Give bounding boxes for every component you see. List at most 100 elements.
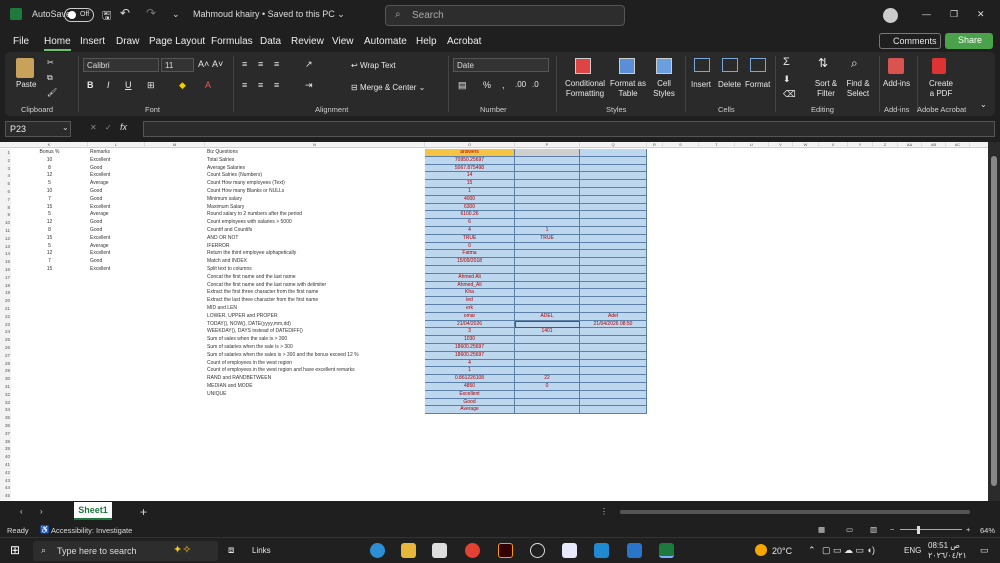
row-header[interactable]: 3 (0, 164, 11, 173)
column-p-cell[interactable] (515, 149, 580, 157)
column-q-cell[interactable] (580, 367, 647, 376)
question-cell[interactable]: Concat the first name and the last name (207, 274, 425, 282)
prev-sheet-icon[interactable]: ‹ (20, 507, 23, 516)
row-header[interactable]: 14 (0, 250, 11, 259)
row-header[interactable]: 44 (0, 484, 11, 493)
question-cell[interactable]: Extract the first three character from t… (207, 289, 425, 297)
question-cell[interactable]: Concat the first name and the last name … (207, 282, 425, 290)
column-header[interactable]: N (205, 142, 425, 148)
row-header[interactable]: 22 (0, 312, 11, 321)
italic-icon[interactable]: I (107, 80, 110, 90)
answer-cell[interactable]: 3 (425, 328, 515, 337)
column-q-cell[interactable] (580, 180, 647, 188)
row-header[interactable]: 26 (0, 344, 11, 352)
search-box[interactable]: ⌕ Search (385, 5, 625, 26)
bonus-cell[interactable]: 12 (11, 172, 88, 180)
row-header[interactable]: 2 (0, 156, 11, 165)
remarks-cell[interactable]: Remarks (90, 149, 145, 157)
bonus-cell[interactable]: 10 (11, 188, 88, 196)
question-cell[interactable]: WEEKDAY(), DAYS instead of DATEDIFF() (207, 328, 425, 336)
answer-cell[interactable]: 4 (425, 359, 515, 368)
answer-cell[interactable]: omar (425, 312, 515, 321)
create-pdf-button[interactable]: Create a PDF (927, 79, 955, 99)
blue-app-icon[interactable] (627, 543, 642, 558)
answer-cell[interactable]: 14 (425, 172, 515, 181)
bonus-cell[interactable]: 5 (11, 243, 88, 251)
tab-review[interactable]: Review (291, 36, 324, 47)
add-ins-button[interactable]: Add-ins (883, 79, 910, 89)
question-cell[interactable]: Return the third employee alphapetically (207, 250, 425, 258)
answer-cell[interactable]: 4000 (425, 195, 515, 204)
row-header[interactable]: 27 (0, 351, 11, 360)
row-header[interactable]: 43 (0, 476, 11, 485)
align-middle-icon[interactable]: ≡ (258, 59, 263, 69)
answer-cell[interactable]: 5067.875498 (425, 164, 515, 173)
column-p-cell[interactable]: 0 (515, 383, 580, 391)
avatar[interactable] (883, 8, 898, 23)
answer-cell[interactable]: Good (425, 398, 515, 407)
format-cells-button[interactable]: Format (745, 80, 770, 90)
vertical-scroll-thumb[interactable] (991, 156, 997, 486)
column-p-cell[interactable] (515, 344, 580, 352)
row-header[interactable]: 34 (0, 406, 11, 415)
column-q-cell[interactable] (580, 172, 647, 181)
merge-center-button[interactable]: ⊟ Merge & Center ⌄ (351, 83, 425, 93)
row-header[interactable]: 15 (0, 258, 11, 266)
enter-icon[interactable]: ✓ (105, 123, 112, 132)
row-header[interactable]: 36 (0, 422, 11, 430)
answer-cell[interactable]: Kha (425, 289, 515, 298)
column-p-cell[interactable] (515, 242, 580, 251)
question-cell[interactable]: Split text to columns (207, 266, 425, 274)
row-header[interactable]: 45 (0, 492, 11, 500)
answer-cell[interactable]: 18600.25697 (425, 344, 515, 352)
links-toolbar[interactable]: Links (252, 546, 271, 555)
paste-button[interactable]: Paste (16, 80, 36, 90)
question-cell[interactable]: TODAY(), NOW(), DATE(yyyy,mm,dd) (207, 321, 425, 329)
file-explorer-icon[interactable] (401, 543, 416, 558)
chatgpt-icon[interactable] (530, 543, 545, 558)
column-p-cell[interactable]: TRUE (515, 234, 580, 243)
column-p-cell[interactable] (515, 219, 580, 227)
column-q-cell[interactable] (580, 359, 647, 368)
customize-qat-icon[interactable]: ⌄ (172, 9, 180, 20)
decrease-decimal-icon[interactable]: .0 (532, 80, 539, 90)
tab-page-layout[interactable]: Page Layout (149, 36, 205, 47)
bonus-cell[interactable]: 8 (11, 165, 88, 173)
tab-insert[interactable]: Insert (80, 36, 105, 47)
sort-filter-button[interactable]: Sort & Filter (809, 79, 843, 99)
bonus-cell[interactable]: 15 (11, 266, 88, 274)
align-bottom-icon[interactable]: ≡ (274, 59, 279, 69)
bonus-cell[interactable]: 5 (11, 180, 88, 188)
comments-button[interactable]: Comments (879, 33, 941, 49)
column-p-cell[interactable] (515, 164, 580, 173)
row-header[interactable]: 28 (0, 359, 11, 368)
tab-automate[interactable]: Automate (364, 36, 407, 47)
column-header[interactable]: Z (873, 142, 898, 148)
column-q-cell[interactable] (580, 227, 647, 235)
next-sheet-icon[interactable]: › (40, 507, 43, 516)
column-p-cell[interactable] (515, 180, 580, 188)
column-q-cell[interactable] (580, 305, 647, 313)
clock-time[interactable]: 08:51 ص (928, 541, 960, 550)
column-q-cell[interactable] (580, 336, 647, 344)
row-header[interactable]: 5 (0, 180, 11, 188)
row-header[interactable]: 33 (0, 398, 11, 407)
percent-icon[interactable]: % (483, 80, 491, 90)
column-header[interactable]: S (663, 142, 699, 148)
column-p-cell[interactable] (515, 172, 580, 181)
cell-styles-button[interactable]: Cell Styles (649, 79, 679, 99)
minimize-icon[interactable]: — (922, 9, 931, 19)
store-icon[interactable] (432, 543, 447, 558)
column-header[interactable]: V (769, 142, 793, 148)
remarks-cell[interactable]: Excellent (90, 266, 145, 274)
question-cell[interactable]: RAND and RANDBETWEEN (207, 375, 425, 383)
accessibility-status[interactable]: Accessibility: Investigate (51, 526, 132, 535)
zoom-slider-thumb[interactable] (917, 526, 920, 534)
tab-data[interactable]: Data (260, 36, 281, 47)
answer-cell[interactable]: 6300 (425, 203, 515, 212)
format-as-table-button[interactable]: Format as Table (608, 79, 648, 99)
answer-cell[interactable]: 15 (425, 180, 515, 188)
column-q-cell[interactable] (580, 344, 647, 352)
question-cell[interactable]: IFERROR (207, 243, 425, 251)
question-cell[interactable]: MEDIAN and MODE (207, 383, 425, 391)
